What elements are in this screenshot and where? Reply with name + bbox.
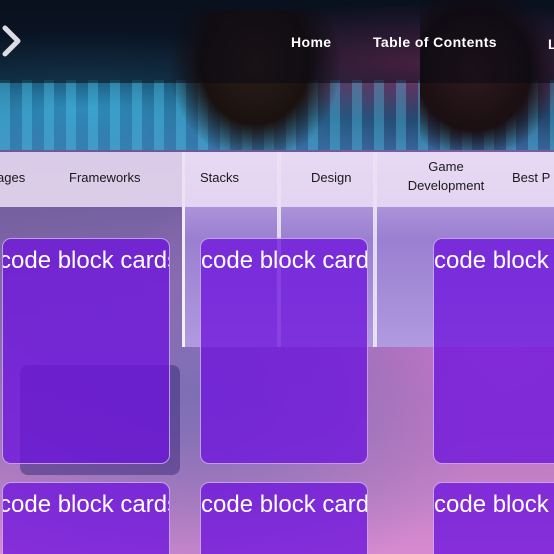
- category-languages[interactable]: ages: [0, 168, 25, 187]
- nav-link-overflow[interactable]: L: [548, 36, 554, 52]
- category-label-line: Game: [428, 159, 464, 174]
- category-game-development[interactable]: Game Development: [403, 157, 489, 195]
- nav-link-home[interactable]: Home: [291, 34, 332, 50]
- card-title: code block cards: [2, 491, 170, 518]
- card-title: code block cards: [201, 247, 368, 274]
- card-title: code block cards: [201, 491, 368, 518]
- code-block-card[interactable]: code block cards: [433, 238, 554, 464]
- code-block-card[interactable]: code block cards: [2, 482, 170, 554]
- top-navigation-bar: Home Table of Contents L: [0, 0, 554, 83]
- category-design[interactable]: Design: [311, 168, 351, 187]
- code-block-card[interactable]: code block cards: [433, 482, 554, 554]
- card-title: code block cards: [2, 247, 170, 274]
- code-block-card[interactable]: code block cards: [200, 238, 368, 464]
- category-label-line: Development: [407, 178, 485, 193]
- card-title: code block cards: [434, 247, 554, 274]
- chevron-right-icon[interactable]: [0, 22, 28, 60]
- category-frameworks[interactable]: Frameworks: [69, 168, 141, 187]
- code-block-card[interactable]: code block cards: [200, 482, 368, 554]
- nav-link-table-of-contents[interactable]: Table of Contents: [373, 34, 497, 50]
- card-title: code block cards: [434, 491, 554, 518]
- code-block-card[interactable]: code block cards: [2, 238, 170, 464]
- category-stacks[interactable]: Stacks: [200, 168, 239, 187]
- category-best-practices[interactable]: Best P: [512, 168, 550, 187]
- category-bar: ages Frameworks Stacks Design Game Devel…: [0, 152, 554, 207]
